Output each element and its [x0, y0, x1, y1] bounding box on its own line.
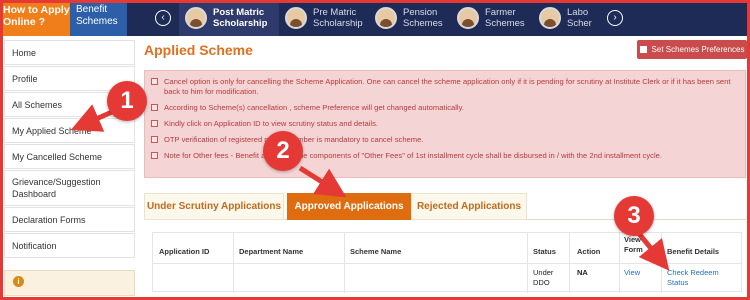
annotation-arrows — [70, 104, 670, 271]
arrow-1 — [70, 104, 114, 132]
annotation-step-2: 2 — [263, 131, 303, 171]
annotation-step-1: 1 — [107, 81, 147, 121]
arrow-2 — [298, 165, 347, 198]
annotation-step-3: 3 — [614, 196, 654, 236]
